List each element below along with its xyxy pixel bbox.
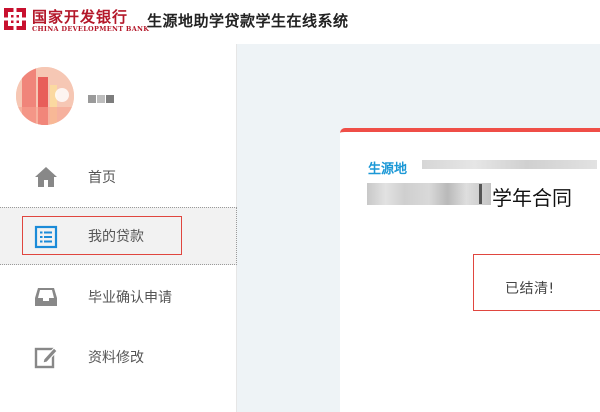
sidebar-item-home[interactable]: 首页	[0, 148, 237, 206]
highlight-box-status	[473, 254, 600, 311]
bank-name-cn: 国家开发银行	[32, 8, 129, 26]
contract-year-redacted-bar	[479, 184, 482, 204]
sidebar-item-edit-profile[interactable]: 资料修改	[0, 328, 237, 386]
contract-year-redacted	[367, 183, 491, 205]
home-icon	[35, 167, 57, 187]
contract-title: 学年合同	[492, 186, 572, 210]
username-redacted	[88, 88, 122, 104]
sidebar-item-label: 资料修改	[88, 350, 144, 366]
main-content: 生源地 学年合同 已结清!	[237, 44, 600, 412]
bank-logo-icon	[4, 8, 26, 30]
sidebar-item-label: 首页	[88, 170, 116, 186]
system-title: 生源地助学贷款学生在线系统	[147, 12, 349, 30]
region-redacted	[422, 160, 597, 169]
region-label: 生源地	[368, 162, 408, 177]
app-header: 国家开发银行 CHINA DEVELOPMENT BANK 生源地助学贷款学生在…	[0, 0, 600, 44]
highlight-box-nav	[22, 216, 182, 255]
avatar[interactable]	[16, 67, 74, 125]
bank-name-en: CHINA DEVELOPMENT BANK	[32, 25, 150, 33]
sidebar-item-graduation-confirm[interactable]: 毕业确认申请	[0, 268, 237, 326]
inbox-icon	[35, 288, 57, 306]
sidebar-item-label: 毕业确认申请	[88, 290, 172, 306]
edit-icon	[34, 347, 58, 369]
avatar-image	[16, 67, 74, 125]
